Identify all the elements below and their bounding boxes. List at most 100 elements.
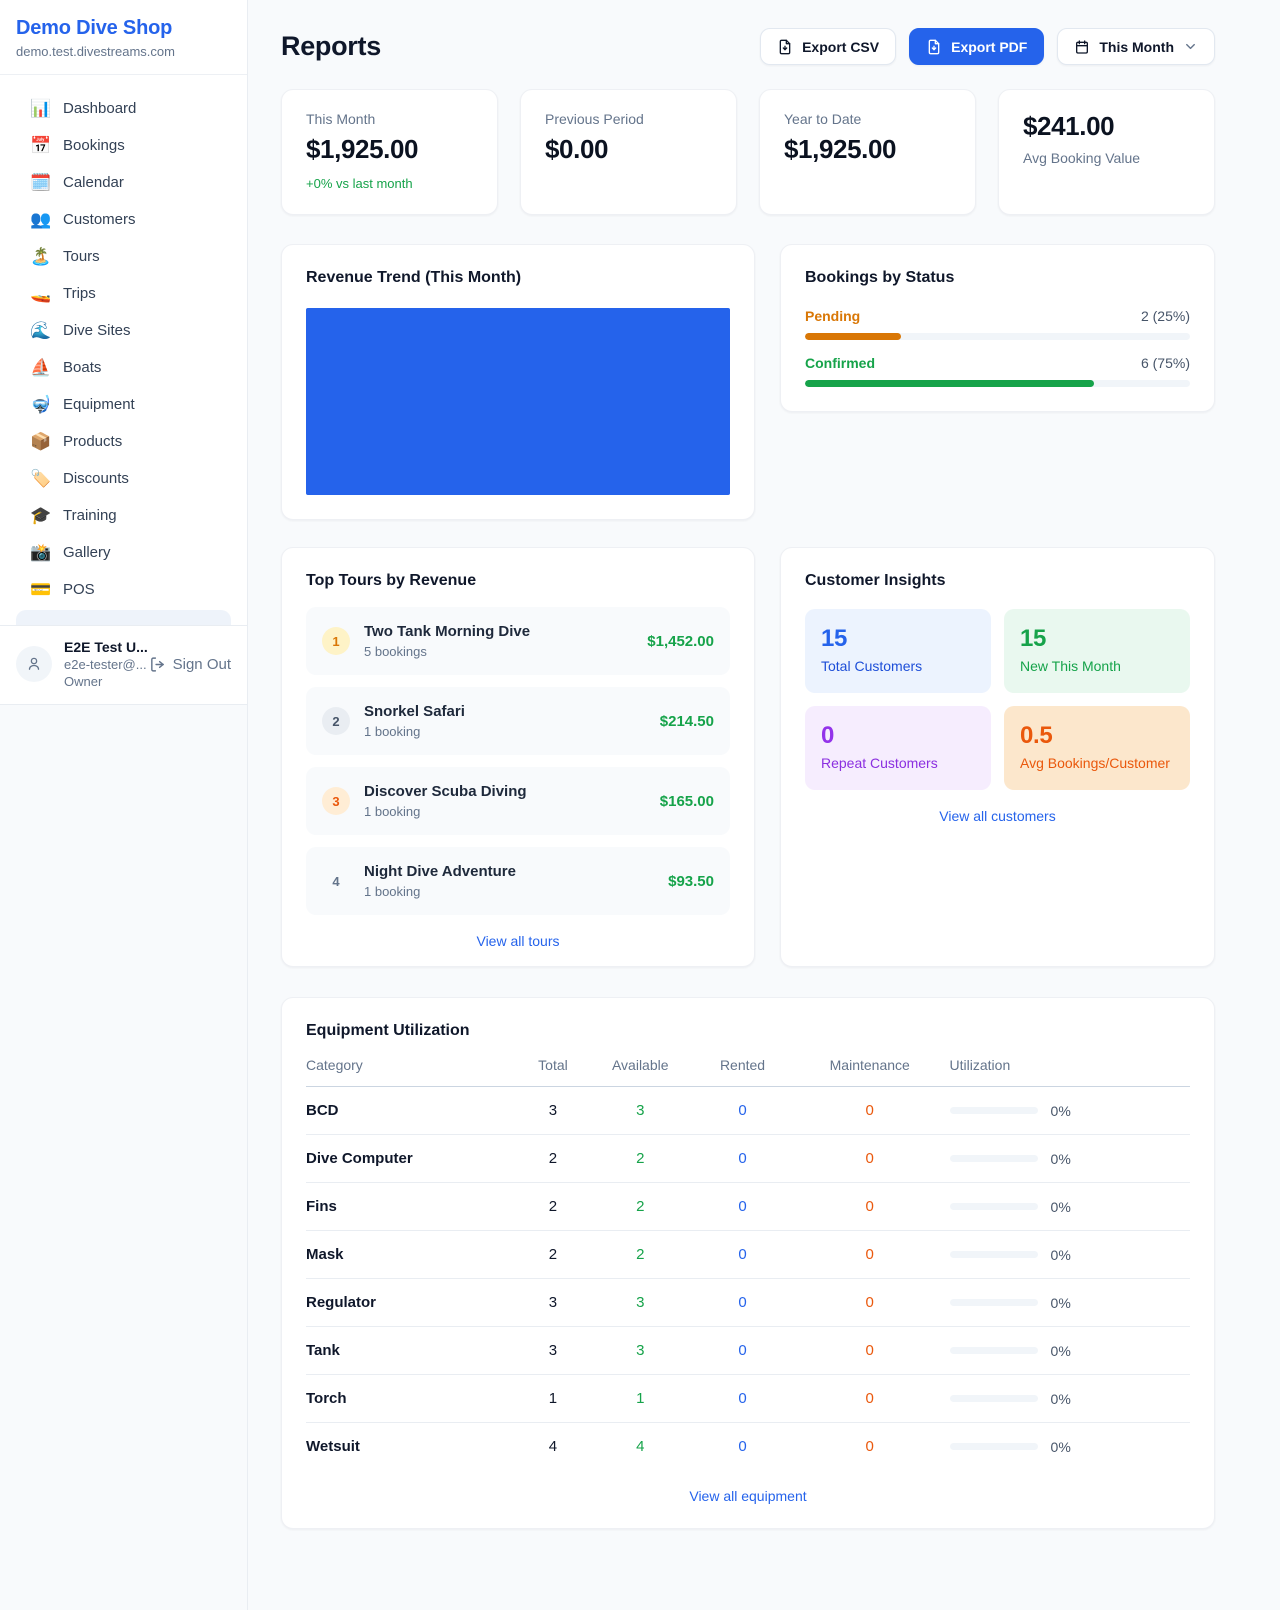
sign-out-button[interactable]: Sign Out xyxy=(149,656,231,673)
user-meta: E2E Test U... e2e-tester@... Owner xyxy=(64,639,137,689)
stat-label: Previous Period xyxy=(545,111,712,127)
sidebar-item-label: Products xyxy=(63,433,122,450)
table-row: Mask 2 2 0 0 0% xyxy=(306,1231,1190,1279)
tour-bookings: 1 booking xyxy=(364,724,465,739)
column-header-total: Total xyxy=(521,1057,586,1073)
sidebar-item-label: Trips xyxy=(63,285,96,302)
equipment-table-header: Category Total Available Rented Maintena… xyxy=(306,1057,1190,1087)
utilization-track xyxy=(950,1299,1038,1306)
tour-name: Two Tank Morning Dive xyxy=(364,623,530,640)
sidebar-item-training[interactable]: 🎓 Training xyxy=(8,497,239,534)
cell-utilization: 0% xyxy=(950,1391,1190,1407)
cell-maintenance: 0 xyxy=(790,1438,950,1455)
table-row: Dive Computer 2 2 0 0 0% xyxy=(306,1135,1190,1183)
tour-list-item[interactable]: 3 Discover Scuba Diving 1 booking $165.0… xyxy=(306,767,730,835)
main-content: Reports Export CSV Export PDF xyxy=(248,0,1280,1529)
sidebar-item-discounts[interactable]: 🏷️ Discounts xyxy=(8,460,239,497)
tour-list-item[interactable]: 4 Night Dive Adventure 1 booking $93.50 xyxy=(306,847,730,915)
view-all-customers-link[interactable]: View all customers xyxy=(939,808,1055,824)
insight-tile-total-customers: 15 Total Customers xyxy=(805,609,991,693)
export-csv-button[interactable]: Export CSV xyxy=(760,28,896,65)
stat-card-previous-period: Previous Period $0.00 xyxy=(520,89,737,215)
insight-value: 15 xyxy=(1020,625,1174,653)
status-count: 6 (75%) xyxy=(1141,355,1190,371)
insight-value: 0 xyxy=(821,722,975,750)
sidebar-item-label: Equipment xyxy=(63,396,135,413)
sidebar-item-calendar[interactable]: 🗓️ Calendar xyxy=(8,164,239,201)
status-row-confirmed: Confirmed 6 (75%) xyxy=(805,355,1190,387)
avatar xyxy=(16,646,52,682)
sidebar-item-label: Bookings xyxy=(63,137,125,154)
cell-maintenance: 0 xyxy=(790,1342,950,1359)
sidebar-item-dive-sites[interactable]: 🌊 Dive Sites xyxy=(8,312,239,349)
stat-value: $0.00 xyxy=(545,134,712,165)
export-pdf-button[interactable]: Export PDF xyxy=(909,28,1044,65)
utilization-label: 0% xyxy=(1051,1103,1071,1119)
cell-category: Tank xyxy=(306,1342,521,1359)
cell-utilization: 0% xyxy=(950,1151,1190,1167)
sidebar-item-boats[interactable]: ⛵ Boats xyxy=(8,349,239,386)
insight-tile-avg-bookings: 0.5 Avg Bookings/Customer xyxy=(1004,706,1190,790)
sidebar-item-label: Gallery xyxy=(63,544,111,561)
products-icon: 📦 xyxy=(30,433,50,450)
column-header-rented: Rented xyxy=(695,1057,790,1073)
tour-revenue: $1,452.00 xyxy=(647,633,714,650)
sidebar-item-pos[interactable]: 💳 POS xyxy=(8,571,239,608)
tours-icon: 🏝️ xyxy=(30,248,50,265)
sidebar-item-gallery[interactable]: 📸 Gallery xyxy=(8,534,239,571)
sidebar-item-label: Training xyxy=(63,507,117,524)
sidebar-item-trips[interactable]: 🚤 Trips xyxy=(8,275,239,312)
cell-rented: 0 xyxy=(695,1150,790,1167)
utilization-track xyxy=(950,1251,1038,1258)
column-header-category: Category xyxy=(306,1057,521,1073)
sidebar-item-tours[interactable]: 🏝️ Tours xyxy=(8,238,239,275)
stat-label: Year to Date xyxy=(784,111,951,127)
period-dropdown[interactable]: This Month xyxy=(1057,28,1215,65)
chevron-down-icon xyxy=(1183,39,1198,54)
rank-badge: 3 xyxy=(322,787,350,815)
sidebar-item-label: Tours xyxy=(63,248,100,265)
view-all-tours-link[interactable]: View all tours xyxy=(476,933,559,949)
sidebar-item-reports-partial[interactable] xyxy=(16,610,231,625)
tour-revenue: $214.50 xyxy=(660,713,714,730)
cell-maintenance: 0 xyxy=(790,1150,950,1167)
sidebar-item-customers[interactable]: 👥 Customers xyxy=(8,201,239,238)
sidebar-item-products[interactable]: 📦 Products xyxy=(8,423,239,460)
stat-label: This Month xyxy=(306,111,473,127)
file-export-icon xyxy=(777,39,793,55)
bookings-icon: 📅 xyxy=(30,137,50,154)
sidebar-item-equipment[interactable]: 🤿 Equipment xyxy=(8,386,239,423)
sidebar-item-bookings[interactable]: 📅 Bookings xyxy=(8,127,239,164)
cell-total: 2 xyxy=(521,1246,586,1263)
utilization-track xyxy=(950,1395,1038,1402)
cell-total: 4 xyxy=(521,1438,586,1455)
utilization-label: 0% xyxy=(1051,1247,1071,1263)
sign-out-icon xyxy=(149,656,166,673)
insight-label: New This Month xyxy=(1020,658,1174,674)
revenue-trend-chart xyxy=(306,308,730,495)
sign-out-label: Sign Out xyxy=(173,656,231,673)
table-row: Torch 1 1 0 0 0% xyxy=(306,1375,1190,1423)
utilization-label: 0% xyxy=(1051,1439,1071,1455)
stat-label: Avg Booking Value xyxy=(1023,150,1190,166)
cell-rented: 0 xyxy=(695,1342,790,1359)
cell-rented: 0 xyxy=(695,1198,790,1215)
cell-utilization: 0% xyxy=(950,1247,1190,1263)
view-all-equipment-link[interactable]: View all equipment xyxy=(689,1488,806,1504)
tour-name: Night Dive Adventure xyxy=(364,863,516,880)
sidebar-item-dashboard[interactable]: 📊 Dashboard xyxy=(8,90,239,127)
sidebar-item-label: Customers xyxy=(63,211,136,228)
cell-category: Mask xyxy=(306,1246,521,1263)
brand-domain: demo.test.divestreams.com xyxy=(16,44,231,59)
tour-revenue: $93.50 xyxy=(668,873,714,890)
cell-rented: 0 xyxy=(695,1246,790,1263)
equipment-table: Category Total Available Rented Maintena… xyxy=(306,1057,1190,1470)
cell-maintenance: 0 xyxy=(790,1102,950,1119)
cell-total: 2 xyxy=(521,1150,586,1167)
insight-label: Repeat Customers xyxy=(821,755,975,771)
tour-list-item[interactable]: 2 Snorkel Safari 1 booking $214.50 xyxy=(306,687,730,755)
middle-row: Top Tours by Revenue 1 Two Tank Morning … xyxy=(281,547,1215,967)
stat-value: $1,925.00 xyxy=(784,134,951,165)
utilization-track xyxy=(950,1347,1038,1354)
tour-list-item[interactable]: 1 Two Tank Morning Dive 5 bookings $1,45… xyxy=(306,607,730,675)
